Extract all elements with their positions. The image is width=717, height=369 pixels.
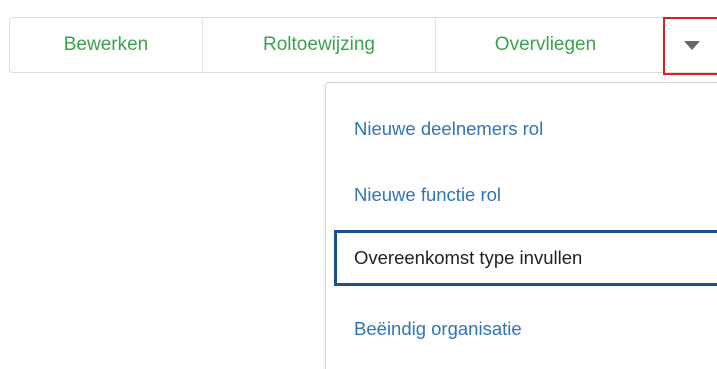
action-toolbar: Bewerken Roltoewijzing Overvliegen [9,17,717,73]
edit-button[interactable]: Bewerken [10,18,203,72]
actions-dropdown-menu: Nieuwe deelnemers rol Nieuwe functie rol… [325,82,717,369]
menu-item-fill-agreement-type[interactable]: Overeenkomst type invullen [334,230,717,286]
menu-item-new-participant-role[interactable]: Nieuwe deelnemers rol [354,118,543,140]
role-assignment-button[interactable]: Roltoewijzing [203,18,436,72]
caret-down-icon[interactable] [684,41,700,50]
overfly-button[interactable]: Overvliegen [436,18,655,72]
menu-item-new-function-role[interactable]: Nieuwe functie rol [354,184,501,206]
menu-item-end-organisation[interactable]: Beëindig organisatie [354,318,522,340]
